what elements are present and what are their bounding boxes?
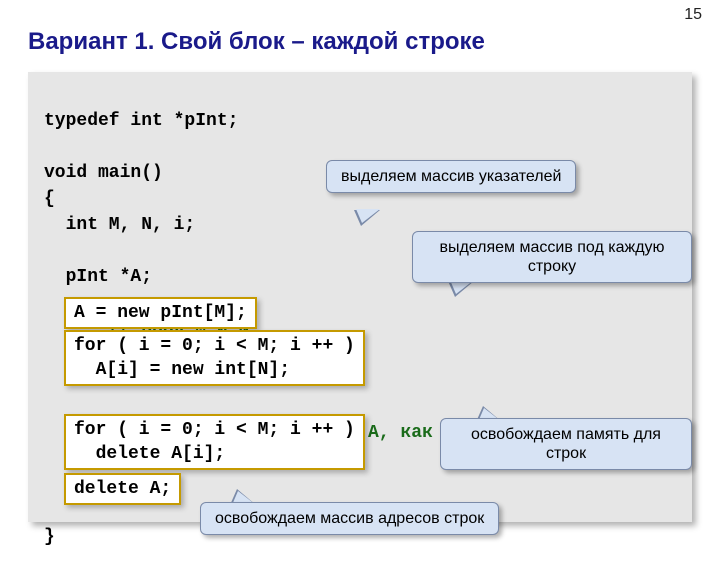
code-line: pInt *A; xyxy=(44,267,152,287)
highlight-box-free-ptr: delete A; xyxy=(64,473,181,505)
callout-alloc-rows: выделяем массив под каждую строку xyxy=(412,231,692,283)
highlight-box-alloc-ptr: A = new pInt[M]; xyxy=(64,297,257,329)
code-panel: typedef int *pInt; void main() { int M, … xyxy=(28,72,692,522)
code-line: } xyxy=(44,527,55,547)
code-line: int M, N, i; xyxy=(44,215,195,235)
highlight-box-alloc-rows: for ( i = 0; i < M; i ++ ) A[i] = new in… xyxy=(64,330,365,386)
page-title: Вариант 1. Свой блок – каждой строке xyxy=(28,28,485,56)
code-line: { xyxy=(44,189,55,209)
callout-alloc-ptr: выделяем массив указателей xyxy=(326,160,576,193)
callout-free-rows: освобождаем память для строк xyxy=(440,418,692,470)
code-line: typedef int *pInt; xyxy=(44,111,238,131)
page-number: 15 xyxy=(684,6,702,24)
callout-free-ptr: освобождаем массив адресов строк xyxy=(200,502,499,535)
highlight-box-free-rows: for ( i = 0; i < M; i ++ ) delete A[i]; xyxy=(64,414,365,470)
code-line: void main() xyxy=(44,163,163,183)
